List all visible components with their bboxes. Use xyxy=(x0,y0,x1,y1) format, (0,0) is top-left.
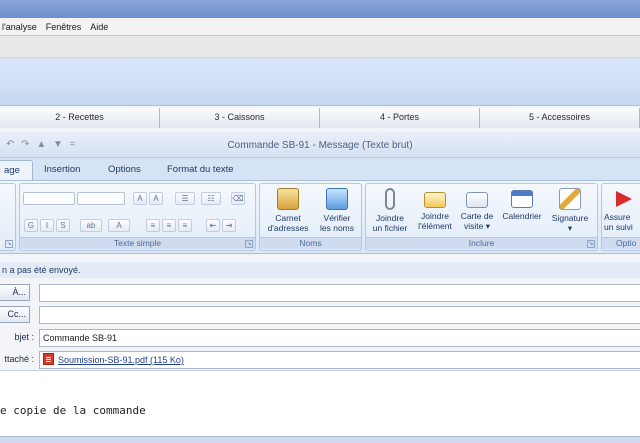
app-title-bar xyxy=(0,0,640,18)
cc-field[interactable] xyxy=(39,306,640,324)
align-left-icon[interactable]: ≡ xyxy=(146,219,160,232)
decrease-indent-icon[interactable]: ⇤ xyxy=(206,219,220,232)
ribbon-group-include: Joindre un fichier Joindre l'élément Car… xyxy=(365,183,598,251)
address-book-label-2: d'adresses xyxy=(267,223,309,233)
business-card-label-1: Carte de xyxy=(460,211,494,221)
attach-item-label-1: Joindre xyxy=(421,211,449,221)
ribbon-group-basic-text: A A ☰ ☷ ⌫ G I S ab A ≡ ≡ ≡ ⇤ ⇥ Texte sim… xyxy=(19,183,256,251)
group-label-include: Inclure xyxy=(366,237,597,249)
numbering-icon[interactable]: ☷ xyxy=(201,192,221,205)
window-tab-strip: 2 - Recettes 3 - Caissons 4 - Portes 5 -… xyxy=(0,108,640,128)
check-names-label-1: Vérifier xyxy=(323,213,351,223)
address-book-button[interactable]: Carnet d'adresses xyxy=(264,188,312,233)
attach-item-button[interactable]: Joindre l'élément xyxy=(414,188,456,231)
tab-accessoires[interactable]: 5 - Accessoires xyxy=(480,108,640,128)
calendar-label: Calendrier xyxy=(502,211,542,221)
group-label-options: Optio xyxy=(602,237,640,249)
follow-up-button[interactable]: Assure un suivi xyxy=(604,188,640,232)
group-label-names: Noms xyxy=(260,237,361,249)
menu-item-analyse[interactable]: l'analyse xyxy=(2,22,37,32)
business-card-button[interactable]: Carte de visite ▾ xyxy=(458,188,496,231)
ribbon-tab-insertion[interactable]: Insertion xyxy=(44,164,80,175)
check-names-icon xyxy=(326,188,348,210)
calendar-button[interactable]: Calendrier xyxy=(498,188,546,221)
to-field[interactable] xyxy=(39,284,640,302)
attach-file-label-1: Joindre xyxy=(376,213,404,223)
attach-item-label-2: l'élément xyxy=(418,221,452,231)
font-size-select[interactable] xyxy=(77,192,125,205)
follow-up-label-2: un suivi xyxy=(604,222,633,232)
follow-up-label-1: Assure xyxy=(604,212,631,222)
clear-format-icon[interactable]: ⌫ xyxy=(231,192,245,205)
business-card-icon xyxy=(466,192,488,208)
attachment-link[interactable]: Soumission-SB-91.pdf (115 Ko) xyxy=(58,355,184,365)
business-card-label-2: visite ▾ xyxy=(464,221,490,231)
envelope-icon xyxy=(424,192,446,208)
tab-caissons[interactable]: 3 - Caissons xyxy=(160,108,320,128)
signature-label-1: Signature xyxy=(551,213,589,223)
attach-file-button[interactable]: Joindre un fichier xyxy=(368,188,412,233)
attachment-field[interactable]: Soumission-SB-91.pdf (115 Ko) xyxy=(39,351,640,369)
group-label-basic-text: Texte simple xyxy=(20,237,255,249)
align-center-icon[interactable]: ≡ xyxy=(162,219,176,232)
cc-button[interactable]: Cc... xyxy=(0,306,30,323)
to-row: À... xyxy=(0,283,640,303)
check-names-button[interactable]: Vérifier les noms xyxy=(314,188,360,233)
shrink-font-icon[interactable]: A xyxy=(149,192,163,205)
ribbon-tab-options[interactable]: Options xyxy=(108,164,141,175)
calendar-icon xyxy=(511,190,533,208)
message-window-title: Commande SB-91 - Message (Texte brut) xyxy=(227,140,413,151)
paperclip-icon xyxy=(385,188,395,210)
tab-portes[interactable]: 4 - Portes xyxy=(320,108,480,128)
check-names-label-2: les noms xyxy=(319,223,354,233)
ribbon-group-clipboard: ↘ xyxy=(0,183,16,251)
highlight-icon[interactable]: ab xyxy=(80,219,102,232)
message-title-bar: ↶ ↷ ▲ ▼ = Commande SB-91 - Message (Text… xyxy=(0,132,640,158)
pdf-file-icon xyxy=(43,353,54,365)
message-body[interactable] xyxy=(0,370,640,436)
cc-row: Cc... xyxy=(0,305,640,325)
app-header-band xyxy=(0,58,640,106)
font-name-select[interactable] xyxy=(23,192,75,205)
signature-pen-icon xyxy=(559,188,581,210)
menu-item-help[interactable]: Aide xyxy=(90,22,108,32)
ribbon-tab-bar: age Insertion Options Format du texte xyxy=(0,158,640,180)
clipboard-launcher-icon[interactable]: ↘ xyxy=(5,240,13,248)
menu-item-windows[interactable]: Fenêtres xyxy=(46,22,82,32)
bullets-icon[interactable]: ☰ xyxy=(175,192,195,205)
italic-icon[interactable]: I xyxy=(40,219,54,232)
basic-text-launcher-icon[interactable]: ↘ xyxy=(245,240,253,248)
ribbon: ↘ A A ☰ ☷ ⌫ G I S ab A ≡ ≡ ≡ ⇤ ⇥ Texte s… xyxy=(0,180,640,254)
ribbon-tab-format[interactable]: Format du texte xyxy=(167,164,234,175)
signature-button[interactable]: Signature ▾ xyxy=(548,188,592,233)
bold-icon[interactable]: G xyxy=(24,219,38,232)
to-button[interactable]: À... xyxy=(0,284,30,301)
subject-row: bjet : Commande SB-91 xyxy=(0,328,640,348)
align-right-icon[interactable]: ≡ xyxy=(178,219,192,232)
subject-field[interactable]: Commande SB-91 xyxy=(39,329,640,347)
status-strip xyxy=(0,436,640,443)
tab-recettes[interactable]: 2 - Recettes xyxy=(0,108,160,128)
increase-indent-icon[interactable]: ⇥ xyxy=(222,219,236,232)
message-body-text: e copie de la commande xyxy=(0,404,146,417)
menu-bar: l'analyse Fenêtres Aide xyxy=(0,18,640,36)
attached-row: ttaché : Soumission-SB-91.pdf (115 Ko) xyxy=(0,350,640,370)
attached-label: ttaché : xyxy=(4,354,34,364)
signature-label-2: ▾ xyxy=(567,223,573,233)
red-flag-icon xyxy=(616,191,632,207)
underline-icon[interactable]: S xyxy=(56,219,70,232)
font-color-icon[interactable]: A xyxy=(108,219,130,232)
attach-file-label-2: un fichier xyxy=(372,223,408,233)
ribbon-group-names: Carnet d'adresses Vérifier les noms Noms xyxy=(259,183,362,251)
app-toolbar xyxy=(0,36,640,58)
address-book-label-1: Carnet xyxy=(275,213,301,223)
grow-font-icon[interactable]: A xyxy=(133,192,147,205)
ribbon-tab-message[interactable]: age xyxy=(0,160,33,180)
include-launcher-icon[interactable]: ↘ xyxy=(587,240,595,248)
ribbon-group-options: Assure un suivi Optio xyxy=(601,183,640,251)
unsent-notice: n a pas été envoyé. xyxy=(0,262,640,278)
address-book-icon xyxy=(277,188,299,210)
subject-label: bjet : xyxy=(14,332,34,342)
